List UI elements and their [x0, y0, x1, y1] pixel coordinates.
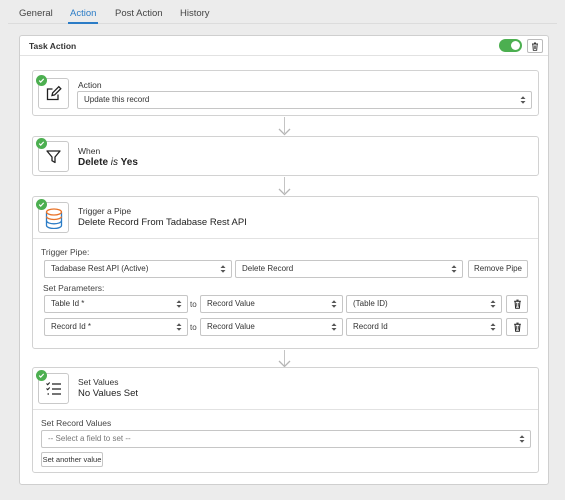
action-select-value: Update this record	[84, 95, 150, 104]
set-parameters-label: Set Parameters:	[43, 283, 105, 293]
field-to-set-placeholder: -- Select a field to set --	[48, 434, 131, 443]
trash-icon	[532, 42, 538, 51]
parameter-value-select[interactable]: Record Id	[346, 318, 502, 336]
parameter-name-value: Table Id *	[51, 299, 85, 308]
tab-general[interactable]: General	[17, 4, 55, 24]
set-values-icon-box	[36, 370, 69, 404]
check-icon	[36, 75, 47, 86]
set-record-values-section: Set Record Values -- Select a field to s…	[33, 409, 538, 473]
tab-bar: General Action Post Action History	[8, 4, 557, 24]
trigger-pipe-card: Trigger a Pipe Delete Record From Tadaba…	[32, 196, 539, 349]
delete-task-button[interactable]	[527, 39, 543, 53]
pipe-operation-value: Delete Record	[242, 264, 294, 273]
pipe-select[interactable]: Tadabase Rest API (Active)	[44, 260, 232, 278]
set-record-values-label: Set Record Values	[41, 418, 112, 428]
set-values-value: No Values Set	[78, 388, 139, 399]
trigger-pipe-settings: Trigger Pipe: Tadabase Rest API (Active)…	[33, 238, 538, 349]
tab-action[interactable]: Action	[68, 4, 99, 24]
field-to-set-select[interactable]: -- Select a field to set --	[41, 430, 531, 448]
pipe-operation-select[interactable]: Delete Record	[235, 260, 463, 278]
condition-value: Yes	[120, 157, 138, 168]
edit-icon	[46, 85, 62, 101]
action-icon-box	[36, 75, 69, 109]
check-icon	[36, 370, 47, 381]
condition-operator: is	[110, 157, 119, 168]
pipe-select-value: Tadabase Rest API (Active)	[51, 264, 149, 273]
when-card: When Delete is Yes	[32, 136, 539, 176]
trigger-label: Trigger a Pipe	[78, 206, 132, 216]
trigger-icon-box	[36, 199, 69, 233]
select-arrows-icon	[176, 300, 182, 308]
set-values-label: Set Values	[78, 377, 119, 387]
delete-parameter-button[interactable]	[506, 318, 528, 336]
parameter-value-value: Record Id	[353, 322, 388, 331]
when-icon-box	[36, 138, 69, 172]
parameter-type-value: Record Value	[207, 299, 255, 308]
parameter-type-value: Record Value	[207, 322, 255, 331]
check-icon	[36, 199, 47, 210]
select-arrows-icon	[490, 323, 496, 331]
parameter-type-select[interactable]: Record Value	[200, 318, 343, 336]
filter-icon	[46, 150, 61, 164]
parameter-name-select[interactable]: Record Id *	[44, 318, 188, 336]
delete-parameter-button[interactable]	[506, 295, 528, 313]
parameter-value-select[interactable]: (Table ID)	[346, 295, 502, 313]
task-action-header: Task Action	[20, 36, 548, 56]
task-enabled-toggle[interactable]	[499, 39, 522, 52]
select-arrows-icon	[520, 96, 526, 104]
arrow-down-icon	[278, 188, 291, 196]
select-arrows-icon	[451, 265, 457, 273]
to-label: to	[190, 323, 197, 332]
when-label: When	[78, 146, 101, 156]
to-label: to	[190, 300, 197, 309]
parameter-name-select[interactable]: Table Id *	[44, 295, 188, 313]
tab-history[interactable]: History	[178, 4, 212, 24]
parameter-value-value: (Table ID)	[353, 299, 388, 308]
arrow-down-icon	[278, 128, 291, 136]
task-action-title: Task Action	[29, 41, 77, 51]
trigger-value: Delete Record From Tadabase Rest API	[78, 217, 247, 228]
action-card: Action Update this record	[32, 70, 539, 116]
check-icon	[36, 138, 47, 149]
action-select[interactable]: Update this record	[77, 91, 532, 109]
select-arrows-icon	[176, 323, 182, 331]
remove-pipe-button[interactable]: Remove Pipe	[468, 260, 528, 278]
parameter-name-value: Record Id *	[51, 322, 92, 331]
checklist-icon	[46, 382, 61, 395]
select-arrows-icon	[331, 323, 337, 331]
tab-post-action[interactable]: Post Action	[113, 4, 165, 24]
select-arrows-icon	[220, 265, 226, 273]
trash-icon	[513, 322, 521, 332]
condition-field: Delete	[78, 157, 109, 168]
trigger-pipe-label: Trigger Pipe:	[41, 247, 90, 257]
set-values-card: Set Values No Values Set Set Record Valu…	[32, 367, 539, 473]
select-arrows-icon	[490, 300, 496, 308]
select-arrows-icon	[519, 435, 525, 443]
toggle-knob	[511, 41, 520, 50]
action-label: Action	[78, 80, 102, 90]
task-action-panel: Task Action Action Update this record Wh…	[19, 35, 549, 485]
trash-icon	[513, 299, 521, 309]
database-icon	[45, 207, 62, 229]
parameter-type-select[interactable]: Record Value	[200, 295, 343, 313]
when-condition: Delete is Yes	[78, 157, 138, 168]
select-arrows-icon	[331, 300, 337, 308]
set-another-value-button[interactable]: Set another value	[41, 452, 103, 467]
